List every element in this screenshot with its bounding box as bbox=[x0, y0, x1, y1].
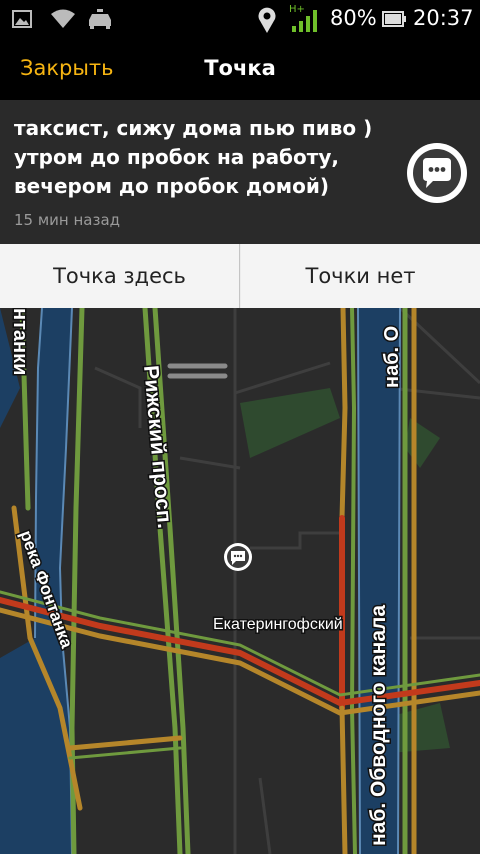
park-area bbox=[405, 418, 440, 468]
cell-signal-icon bbox=[292, 10, 317, 32]
map-label-obvodny-top: наб. О bbox=[381, 326, 403, 388]
image-icon bbox=[12, 10, 32, 28]
nav-bar: Точка Закрыть bbox=[0, 38, 480, 100]
chat-bubble-icon bbox=[423, 158, 451, 188]
chat-button[interactable] bbox=[407, 143, 467, 203]
close-button[interactable]: Закрыть bbox=[20, 56, 114, 80]
location-icon bbox=[258, 7, 276, 33]
wifi-icon bbox=[51, 9, 75, 28]
map-label-obvodny-canal: наб. Обводного канала bbox=[367, 605, 390, 846]
action-bar: Точка здесь Точки нет bbox=[0, 244, 480, 309]
taxi-icon bbox=[89, 9, 111, 29]
point-here-button[interactable]: Точка здесь bbox=[0, 244, 240, 309]
map-label-rizhsky: Рижский просп. bbox=[139, 364, 176, 529]
map-label-ekateringofsky: Екатерингофский bbox=[213, 616, 343, 633]
clock: 20:37 bbox=[413, 6, 474, 30]
message-text: таксист, сижу дома пью пиво ) утром до п… bbox=[14, 116, 373, 198]
map-view[interactable]: нтанки река Фонтанка Рижский просп. наб.… bbox=[0, 308, 480, 854]
map-label-fontanka-top: нтанки bbox=[9, 308, 31, 375]
map-point-marker[interactable] bbox=[224, 543, 252, 571]
no-point-button[interactable]: Точки нет bbox=[241, 244, 480, 309]
map-canvas: нтанки река Фонтанка Рижский просп. наб.… bbox=[0, 308, 480, 854]
status-bar: H+ 80% 20:37 bbox=[0, 0, 480, 38]
battery-icon bbox=[382, 11, 406, 27]
message-timestamp: 15 мин назад bbox=[14, 211, 121, 229]
park-area bbox=[240, 388, 340, 458]
battery-percent: 80% bbox=[330, 6, 377, 30]
